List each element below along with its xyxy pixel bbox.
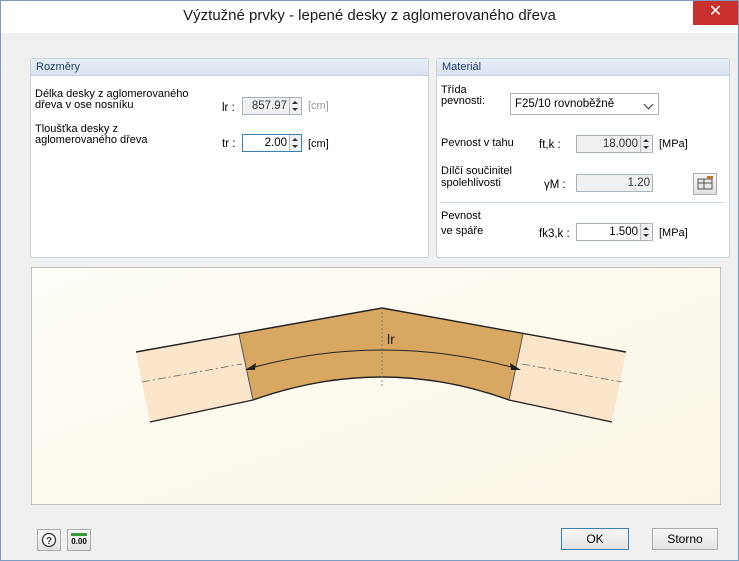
reinforced-section xyxy=(239,308,523,400)
thickness-symbol: tr : xyxy=(222,138,236,150)
joint-symbol: fk3,k : xyxy=(539,228,570,240)
help-button[interactable]: ? xyxy=(37,529,61,551)
material-header: Materiál xyxy=(437,59,729,76)
thickness-value: 2.00 xyxy=(264,137,287,149)
decimal-places-icon: 0.00 xyxy=(71,533,87,550)
close-button[interactable]: ✕ xyxy=(693,1,738,25)
joint-label-line2: ve spáře xyxy=(441,225,484,237)
length-input[interactable]: 857.97 xyxy=(242,97,302,115)
edit-safety-button[interactable] xyxy=(693,173,717,195)
thickness-unit: [cm] xyxy=(308,138,329,150)
window-title: Výztužné prvky - lepené desky z aglomero… xyxy=(183,7,556,24)
thickness-label-line2: aglomerovaného dřeva xyxy=(35,134,148,146)
tensile-value: 18.000 xyxy=(602,138,638,150)
tensile-unit: [MPa] xyxy=(659,138,688,150)
chevron-down-icon xyxy=(643,99,654,110)
dimension-label: lr xyxy=(387,331,395,347)
length-spinner[interactable] xyxy=(289,98,301,114)
material-separator xyxy=(441,202,725,203)
length-value: 857.97 xyxy=(251,100,287,112)
curved-beam-svg: lr xyxy=(135,307,627,423)
tensile-label: Pevnost v tahu xyxy=(441,137,514,149)
joint-spinner[interactable] xyxy=(640,224,652,240)
length-unit: [cm] xyxy=(308,100,329,112)
safety-input: 1.20 xyxy=(576,174,653,192)
beam-drawing: lr xyxy=(31,267,721,505)
help-icon: ? xyxy=(41,532,57,548)
table-edit-icon xyxy=(697,176,713,190)
tensile-symbol: ft,k : xyxy=(539,139,561,151)
joint-input[interactable]: 1.500 xyxy=(576,223,653,241)
tensile-input[interactable]: 18.000 xyxy=(576,135,653,153)
class-label-line2: pevnosti: xyxy=(441,95,486,107)
svg-text:?: ? xyxy=(46,536,52,547)
strength-class-select[interactable]: F25/10 rovnoběžně xyxy=(510,93,659,115)
joint-unit: [MPa] xyxy=(659,227,688,239)
thickness-input[interactable]: 2.00 xyxy=(242,134,302,152)
material-group: Materiál Třída pevnosti: F25/10 rovnoběž… xyxy=(436,58,730,258)
strength-class-value: F25/10 rovnoběžně xyxy=(515,98,615,110)
cancel-button[interactable]: Storno xyxy=(652,528,718,550)
dimensions-header: Rozměry xyxy=(31,59,428,76)
dimensions-group: Rozměry Délka desky z aglomerovaného dře… xyxy=(30,58,429,258)
thickness-spinner[interactable] xyxy=(289,135,301,151)
safety-value: 1.20 xyxy=(627,177,650,189)
right-beam-end xyxy=(509,334,626,422)
safety-label-line2: spolehlivosti xyxy=(441,177,501,189)
tensile-spinner[interactable] xyxy=(640,136,652,152)
decimal-icon-text: 0.00 xyxy=(71,537,87,546)
safety-label-line1: Dílčí součinitel xyxy=(441,165,512,177)
length-label-line2: dřeva v ose nosníku xyxy=(35,99,134,111)
dialog-window: Výztužné prvky - lepené desky z aglomero… xyxy=(0,0,739,561)
decimal-places-button[interactable]: 0.00 xyxy=(67,529,91,551)
safety-symbol: γM : xyxy=(544,179,566,191)
title-bar: Výztužné prvky - lepené desky z aglomero… xyxy=(1,1,738,33)
joint-value: 1.500 xyxy=(609,226,638,238)
joint-label-line1: Pevnost xyxy=(441,210,481,222)
ok-button[interactable]: OK xyxy=(561,528,629,550)
left-beam-end xyxy=(136,334,253,422)
length-symbol: lr : xyxy=(222,102,235,114)
